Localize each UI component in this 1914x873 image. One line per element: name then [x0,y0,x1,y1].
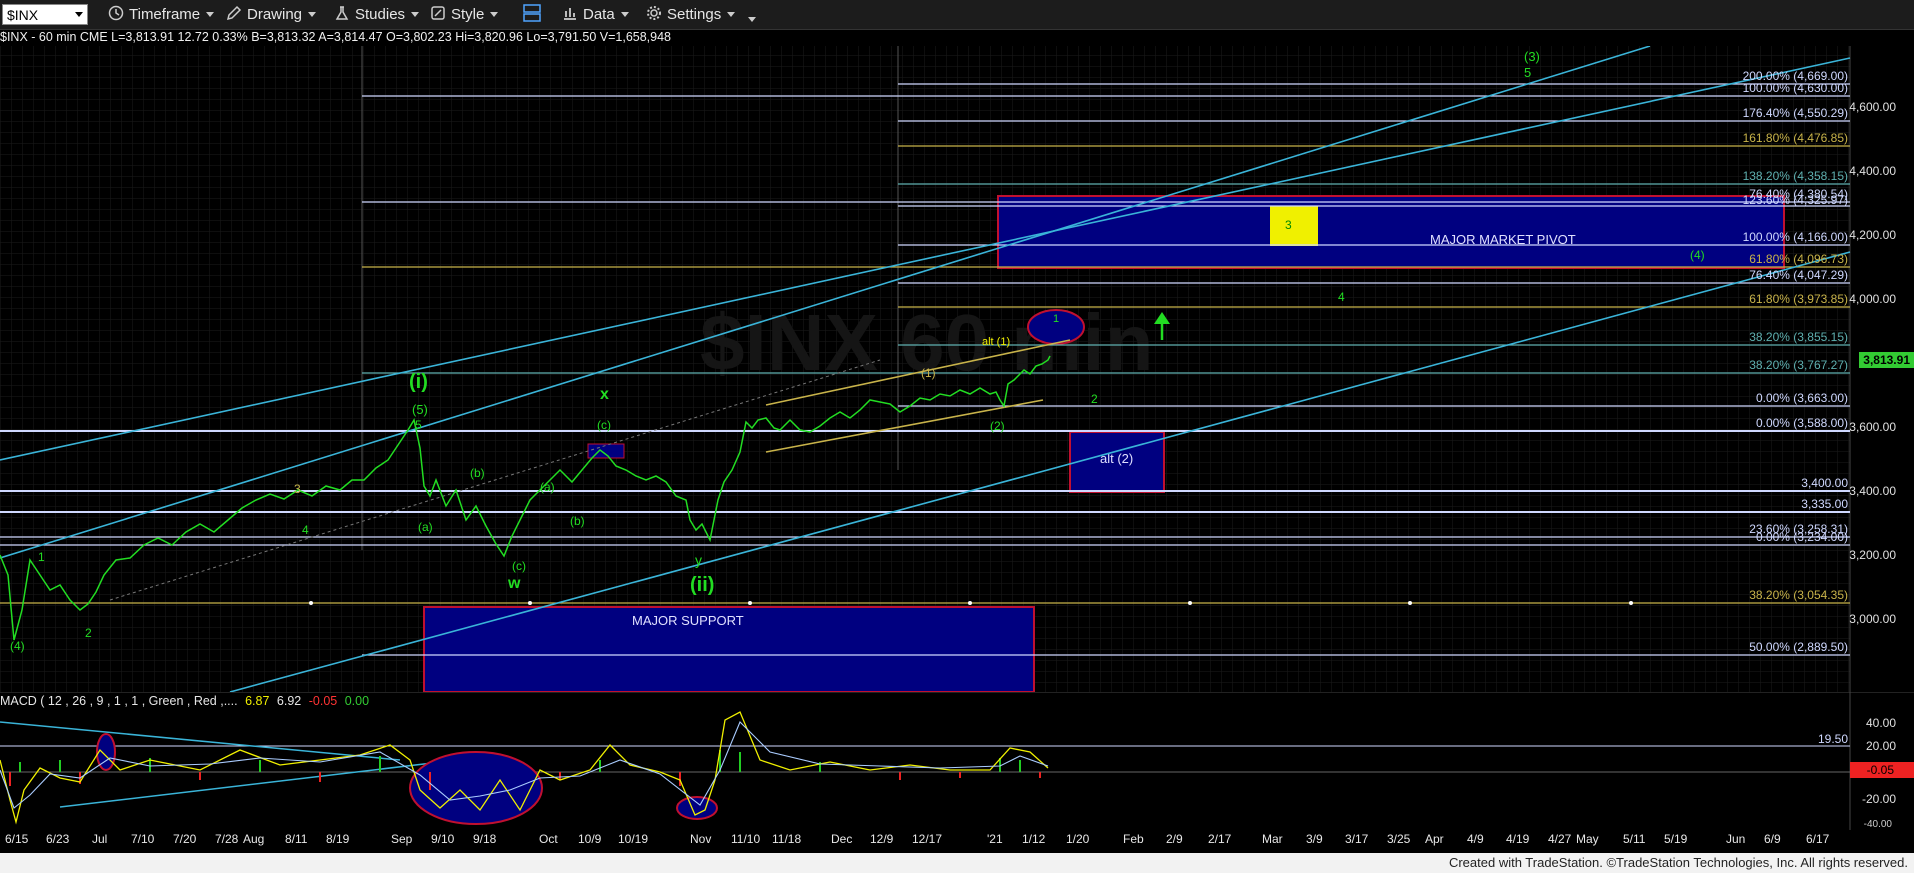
studies-menu[interactable]: Studies [334,4,420,25]
svg-text:3: 3 [294,482,301,496]
major-market-pivot-zone[interactable] [997,195,1785,269]
svg-text:1: 1 [38,550,45,564]
flask-icon [334,5,350,25]
wave-3-box-label: 3 [1285,218,1292,232]
chevron-down-icon [727,12,736,17]
symbol-input[interactable]: $INX [2,4,88,25]
macd-tick: -20.00 [1861,792,1896,806]
style-label: Style [451,6,485,23]
macd-tick: 20.00 [1865,739,1896,753]
date-axis: 6/15 6/23 Jul 7/10 7/20 7/28 Aug 8/11 8/… [5,832,1830,846]
price-tick: 3,400.00 [1849,484,1896,498]
svg-text:(2): (2) [990,419,1005,433]
chevron-down-icon [748,17,756,22]
brush-icon [430,5,446,25]
timeframe-label: Timeframe [129,6,201,23]
svg-text:(1): (1) [921,366,936,380]
svg-text:x: x [600,386,609,403]
svg-text:(b): (b) [570,514,585,528]
alt-2-label: alt (2) [1100,451,1133,466]
last-price-badge: 3,813.91 [1859,352,1914,368]
price-tick: 4,200.00 [1849,228,1896,242]
price-tick: 3,600.00 [1849,420,1896,434]
price-tick: 4,400.00 [1849,164,1896,178]
svg-text:(b): (b) [470,466,485,480]
style-menu[interactable]: Style [430,4,499,25]
svg-text:alt (1): alt (1) [982,336,1010,348]
price-chart[interactable]: $INX 60 min MAJOR MARKET PIVOT 3 MAJOR S… [0,46,1914,692]
clock-icon [108,5,124,25]
price-tick: 4,600.00 [1849,100,1896,114]
pencil-icon [226,5,242,25]
price-tick: 4,000.00 [1849,292,1896,306]
svg-text:(a): (a) [418,520,433,534]
macd-level-label: 19.50 [1817,732,1848,746]
copyright-text: Created with TradeStation. ©TradeStation… [1448,855,1908,870]
timeframe-menu[interactable]: Timeframe [108,4,215,25]
toolbar-overflow-button[interactable] [742,4,756,25]
chevron-down-icon [411,12,420,17]
macd-chart[interactable] [0,692,1914,830]
layout-icon [522,3,542,27]
drawing-menu[interactable]: Drawing [226,4,317,25]
gear-icon [646,5,662,25]
settings-menu[interactable]: Settings [646,4,736,25]
chevron-down-icon [308,12,317,17]
footer: Created with TradeStation. ©TradeStation… [0,853,1914,873]
svg-text:(a): (a) [540,480,555,494]
chevron-down-icon [206,12,215,17]
drawing-label: Drawing [247,6,303,23]
wave-3-target-box[interactable] [1270,206,1318,246]
macd-highlight-ellipse [676,796,718,820]
svg-text:w: w [507,575,521,592]
svg-text:2: 2 [85,626,92,640]
macd-trendline [0,721,401,761]
price-tick: 3,200.00 [1849,548,1896,562]
macd-tick: 40.00 [1865,716,1896,730]
svg-text:5: 5 [415,418,422,432]
svg-text:1: 1 [1053,313,1059,325]
svg-text:5: 5 [1524,65,1531,80]
symbol-value: $INX [7,6,39,23]
svg-text:(3): (3) [1524,49,1540,64]
svg-text:(ii): (ii) [690,574,714,596]
data-menu[interactable]: Data [562,4,629,25]
macd-tick: -40.00 [1863,819,1892,828]
macd-current-value: -0.05 [1866,763,1894,777]
svg-text:4: 4 [302,523,309,537]
chevron-down-icon[interactable] [75,12,83,17]
svg-text:(4): (4) [10,639,25,653]
settings-label: Settings [667,6,722,23]
svg-text:(4): (4) [1690,248,1705,262]
svg-text:2: 2 [1091,392,1098,406]
svg-text:(c): (c) [597,418,611,432]
svg-text:(c): (c) [512,559,526,573]
data-label: Data [583,6,615,23]
chevron-down-icon [490,12,499,17]
layout-button[interactable] [522,3,542,27]
chevron-down-icon [620,12,629,17]
price-tick: 3,000.00 [1849,612,1896,626]
svg-text:y: y [695,552,702,568]
major-support-label: MAJOR SUPPORT [632,613,744,628]
toolbar: $INX Timeframe Drawing Studies Style Dat… [0,0,1914,30]
svg-text:4: 4 [1338,290,1345,304]
symbol-info-bar: $INX - 60 min CME L=3,813.91 12.72 0.33%… [0,30,672,44]
studies-label: Studies [355,6,406,23]
svg-text:(5): (5) [412,402,428,417]
svg-text:(i): (i) [409,371,428,393]
bar-chart-icon [562,5,578,25]
